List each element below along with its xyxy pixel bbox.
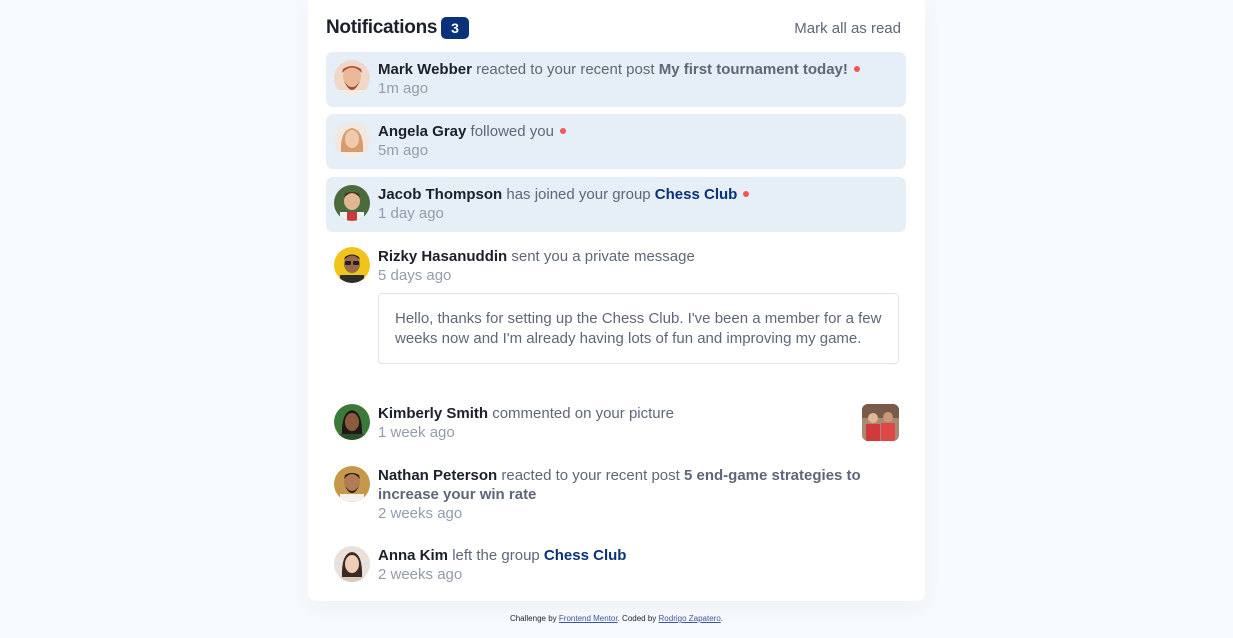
notification-time: 5m ago (378, 142, 429, 159)
page-title: Notifications (326, 17, 438, 38)
notification-text: Jacob Thompson has joined your group Che… (378, 185, 898, 204)
notification-item[interactable]: Anna Kim left the group Chess Club 2 wee… (326, 538, 906, 593)
private-message[interactable]: Hello, thanks for setting up the Chess C… (378, 293, 899, 364)
notification-item[interactable]: Nathan Peterson reacted to your recent p… (326, 458, 906, 531)
notification-action: reacted to your recent post (476, 61, 655, 78)
unread-count-badge: 3 (441, 17, 469, 39)
frontend-mentor-link[interactable]: Frontend Mentor (559, 614, 618, 623)
title-group: Notifications 3 (326, 17, 469, 39)
notification-time: 2 weeks ago (378, 505, 463, 522)
notification-user-name[interactable]: Jacob Thompson (378, 186, 502, 203)
notification-text: Angela Gray followed you (378, 122, 898, 141)
notification-action: sent you a private message (511, 248, 695, 265)
notification-time: 1m ago (378, 80, 429, 97)
notification-item[interactable]: Kimberly Smith commented on your picture… (326, 396, 906, 451)
notification-text: Anna Kim left the group Chess Club (378, 546, 898, 565)
notification-post-link[interactable]: My first tournament today! (659, 61, 848, 78)
notification-action: reacted to your recent post (501, 467, 680, 484)
avatar-rizky-hasanuddin[interactable] (334, 247, 370, 283)
notification-group-link[interactable]: Chess Club (544, 547, 627, 564)
notification-action: commented on your picture (492, 405, 674, 422)
unread-dot (743, 191, 750, 198)
notification-user-name[interactable]: Kimberly Smith (378, 405, 488, 422)
notification-text: Nathan Peterson reacted to your recent p… (378, 466, 898, 504)
footer-prefix: Challenge by (509, 614, 557, 623)
notification-text: Mark Webber reacted to your recent post … (378, 60, 898, 79)
notification-action: left the group (452, 547, 540, 564)
notification-user-name[interactable]: Rizky Hasanuddin (378, 248, 507, 265)
avatar-kimberly-smith[interactable] (334, 404, 370, 440)
notification-text: Kimberly Smith commented on your picture (378, 404, 898, 423)
notification-time: 1 day ago (378, 205, 444, 222)
footer-suffix: . (720, 614, 724, 623)
commented-picture-thumbnail[interactable] (862, 404, 899, 441)
notification-action: has joined your group (506, 186, 651, 203)
author-link[interactable]: Rodrigo Zapatero (659, 614, 721, 623)
notification-user-name[interactable]: Angela Gray (378, 123, 466, 140)
notification-item[interactable]: Jacob Thompson has joined your group Che… (326, 177, 906, 232)
notification-item[interactable]: Mark Webber reacted to your recent post … (326, 52, 906, 107)
notification-action: followed you (470, 123, 554, 140)
avatar-angela-gray[interactable] (334, 122, 370, 158)
avatar-nathan-peterson[interactable] (334, 466, 370, 502)
notification-item[interactable]: Rizky Hasanuddin sent you a private mess… (326, 239, 906, 372)
notification-time: 2 weeks ago (378, 566, 463, 583)
notifications-card: Notifications 3 Mark all as read Mark We… (308, 0, 925, 601)
header: Notifications 3 Mark all as read (326, 14, 901, 42)
notification-time: 5 days ago (378, 267, 452, 284)
notification-group-link[interactable]: Chess Club (655, 186, 738, 203)
notification-user-name[interactable]: Anna Kim (378, 547, 448, 564)
mark-all-read-button[interactable]: Mark all as read (794, 20, 901, 37)
unread-dot (559, 128, 566, 135)
notification-user-name[interactable]: Nathan Peterson (378, 467, 497, 484)
footer-middle: . Coded by (617, 614, 657, 623)
avatar-jacob-thompson[interactable] (334, 185, 370, 221)
attribution-footer: Challenge by Frontend Mentor. Coded by R… (0, 614, 1233, 623)
notification-time: 1 week ago (378, 424, 455, 441)
avatar-mark-webber[interactable] (334, 60, 370, 96)
notification-item[interactable]: Angela Gray followed you 5m ago (326, 114, 906, 169)
avatar-anna-kim[interactable] (334, 546, 370, 582)
notification-user-name[interactable]: Mark Webber (378, 61, 472, 78)
unread-dot (853, 66, 860, 73)
notification-text: Rizky Hasanuddin sent you a private mess… (378, 247, 898, 266)
